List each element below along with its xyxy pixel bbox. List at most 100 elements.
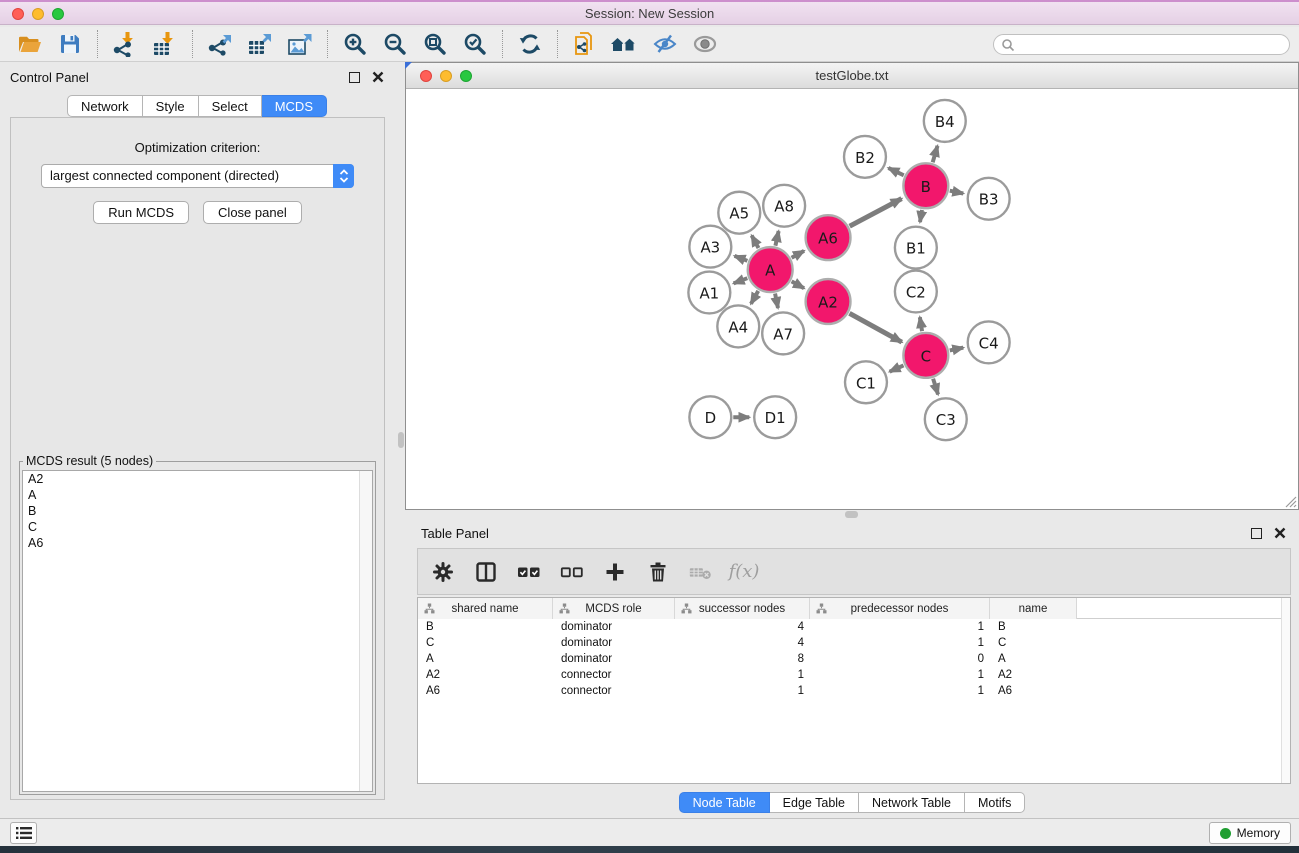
table-row[interactable]: Bdominator41B bbox=[418, 619, 1290, 635]
graph-edge-A-A3[interactable] bbox=[735, 256, 748, 261]
column-header-shared-name[interactable]: shared name bbox=[418, 598, 553, 619]
export-image-button[interactable] bbox=[280, 29, 320, 59]
table-settings-button[interactable] bbox=[430, 559, 456, 585]
graph-edge-A-A7[interactable] bbox=[775, 294, 778, 308]
network-canvas[interactable]: B4B2BB3A8A5A6A3B1AC2A1A2A4A7C4CC1C3DD1 bbox=[406, 89, 1298, 509]
hide-graphics-details-button[interactable] bbox=[645, 29, 685, 59]
table-cell[interactable]: dominator bbox=[553, 651, 675, 667]
column-header-mcds-role[interactable]: MCDS role bbox=[553, 598, 675, 619]
close-panel-icon[interactable] bbox=[372, 71, 384, 83]
graph-edge-A-A8[interactable] bbox=[775, 231, 778, 246]
table-cell[interactable]: A2 bbox=[418, 667, 553, 683]
delete-table-button-disabled[interactable] bbox=[688, 559, 714, 585]
table-cell[interactable]: dominator bbox=[553, 619, 675, 635]
show-hide-button[interactable] bbox=[685, 29, 725, 59]
table-cell[interactable]: A2 bbox=[990, 667, 1077, 683]
column-header-name[interactable]: name bbox=[990, 598, 1077, 619]
app-titlebar[interactable]: Session: New Session bbox=[0, 0, 1299, 25]
optimization-criterion-select[interactable]: largest connected component (directed) bbox=[41, 164, 354, 188]
delete-columns-button[interactable] bbox=[645, 559, 671, 585]
tab-network-table[interactable]: Network Table bbox=[859, 792, 965, 813]
graph-edge-C-C2[interactable] bbox=[920, 317, 922, 331]
table-cell[interactable]: 1 bbox=[675, 667, 810, 683]
tab-style[interactable]: Style bbox=[143, 95, 199, 117]
table-cell[interactable]: A bbox=[418, 651, 553, 667]
import-network-button[interactable] bbox=[105, 29, 145, 59]
table-row[interactable]: Adominator80A bbox=[418, 651, 1290, 667]
table-cell[interactable]: 8 bbox=[675, 651, 810, 667]
mcds-result-item[interactable]: A2 bbox=[23, 471, 372, 487]
graph-edge-B-B4[interactable] bbox=[933, 146, 938, 162]
tab-mcds[interactable]: MCDS bbox=[262, 95, 327, 117]
resize-grip[interactable] bbox=[1284, 495, 1297, 508]
mcds-result-item[interactable]: B bbox=[23, 503, 372, 519]
export-table-button[interactable] bbox=[240, 29, 280, 59]
mcds-result-item[interactable]: A bbox=[23, 487, 372, 503]
table-scrollbar[interactable] bbox=[1281, 598, 1290, 783]
table-cell[interactable]: 4 bbox=[675, 619, 810, 635]
table-row[interactable]: A2connector11A2 bbox=[418, 667, 1290, 683]
table-cell[interactable]: C bbox=[990, 635, 1077, 651]
home-button[interactable] bbox=[605, 29, 645, 59]
save-session-button[interactable] bbox=[50, 29, 90, 59]
deselect-all-columns-button[interactable] bbox=[559, 559, 585, 585]
table-cell[interactable]: 0 bbox=[810, 651, 990, 667]
mcds-result-item[interactable]: A6 bbox=[23, 535, 372, 551]
graph-edge-B-B2[interactable] bbox=[888, 168, 903, 175]
graph-edge-B-B1[interactable] bbox=[920, 210, 922, 222]
column-header-successor-nodes[interactable]: successor nodes bbox=[675, 598, 810, 619]
network-horizontal-scrollbar-thumb[interactable] bbox=[845, 511, 858, 518]
graph-edge-C-C3[interactable] bbox=[933, 379, 938, 395]
tab-node-table[interactable]: Node Table bbox=[679, 792, 770, 813]
tab-edge-table[interactable]: Edge Table bbox=[770, 792, 859, 813]
run-mcds-button[interactable]: Run MCDS bbox=[93, 201, 189, 224]
import-table-button[interactable] bbox=[145, 29, 185, 59]
table-cell[interactable]: connector bbox=[553, 667, 675, 683]
column-header-predecessor-nodes[interactable]: predecessor nodes bbox=[810, 598, 990, 619]
tab-network[interactable]: Network bbox=[67, 95, 143, 117]
table-row[interactable]: Cdominator41C bbox=[418, 635, 1290, 651]
table-cell[interactable]: 1 bbox=[810, 635, 990, 651]
tab-select[interactable]: Select bbox=[199, 95, 262, 117]
open-file-button[interactable] bbox=[10, 29, 50, 59]
zoom-selected-button[interactable] bbox=[455, 29, 495, 59]
graph-edge-A-A5[interactable] bbox=[752, 235, 759, 248]
graph-edge-A-A4[interactable] bbox=[751, 291, 758, 304]
function-builder-button-disabled[interactable]: f(x) bbox=[731, 559, 757, 585]
table-cell[interactable]: connector bbox=[553, 683, 675, 699]
float-panel-icon[interactable] bbox=[349, 72, 360, 83]
graph-edge-A-A1[interactable] bbox=[734, 278, 748, 283]
clone-network-button[interactable] bbox=[565, 29, 605, 59]
table-cell[interactable]: 4 bbox=[675, 635, 810, 651]
graph-edge-C-C4[interactable] bbox=[950, 348, 964, 351]
refresh-button[interactable] bbox=[510, 29, 550, 59]
export-network-button[interactable] bbox=[200, 29, 240, 59]
graph-edge-A2-C[interactable] bbox=[849, 313, 901, 342]
graph-edge-C-C1[interactable] bbox=[890, 365, 904, 371]
zoom-in-button[interactable] bbox=[335, 29, 375, 59]
create-column-button[interactable] bbox=[602, 559, 628, 585]
table-cell[interactable]: A6 bbox=[990, 683, 1077, 699]
zoom-fit-button[interactable] bbox=[415, 29, 455, 59]
tab-motifs[interactable]: Motifs bbox=[965, 792, 1025, 813]
select-all-columns-button[interactable] bbox=[516, 559, 542, 585]
table-cell[interactable]: 1 bbox=[810, 667, 990, 683]
show-panels-button[interactable] bbox=[10, 822, 37, 844]
table-cell[interactable]: A6 bbox=[418, 683, 553, 699]
list-scrollbar[interactable] bbox=[359, 471, 372, 791]
table-cell[interactable]: B bbox=[990, 619, 1077, 635]
table-cell[interactable]: C bbox=[418, 635, 553, 651]
table-cell[interactable]: 1 bbox=[810, 619, 990, 635]
zoom-out-button[interactable] bbox=[375, 29, 415, 59]
network-vertical-scrollbar-thumb[interactable] bbox=[398, 432, 404, 448]
table-cell[interactable]: B bbox=[418, 619, 553, 635]
show-column-panel-button[interactable] bbox=[473, 559, 499, 585]
graph-edge-A-A2[interactable] bbox=[792, 281, 804, 288]
table-row[interactable]: A6connector11A6 bbox=[418, 683, 1290, 699]
search-input[interactable] bbox=[1015, 36, 1289, 53]
table-cell[interactable]: 1 bbox=[675, 683, 810, 699]
table-cell[interactable]: dominator bbox=[553, 635, 675, 651]
close-table-panel-icon[interactable] bbox=[1274, 527, 1286, 539]
graph-edge-A6-B[interactable] bbox=[850, 199, 902, 227]
table-cell[interactable]: 1 bbox=[810, 683, 990, 699]
